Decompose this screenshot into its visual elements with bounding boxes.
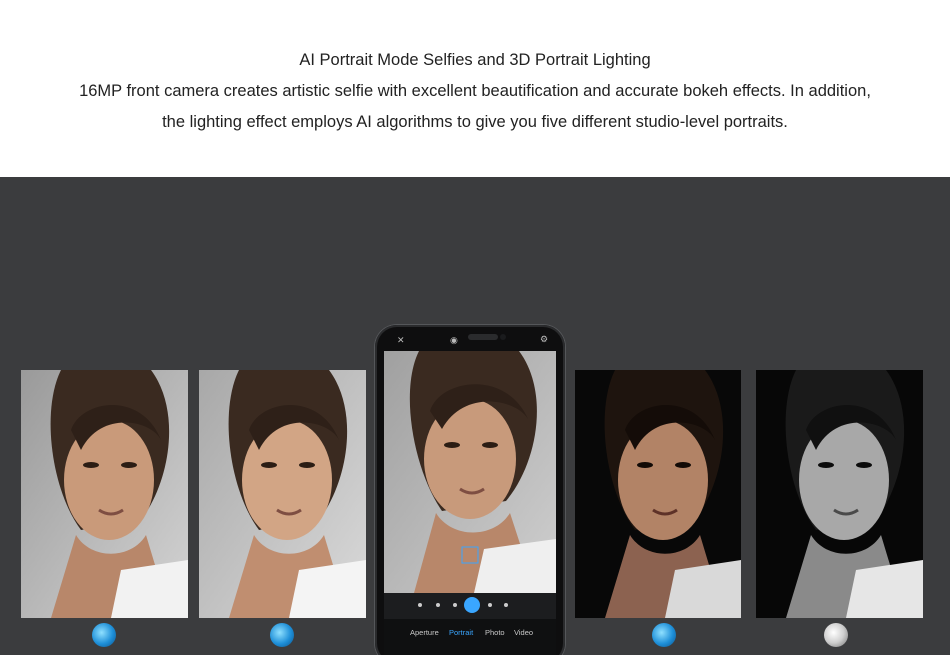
- description-line-2: the lighting effect employs AI algorithm…: [162, 113, 788, 131]
- portrait-photo-stage-light: [575, 370, 741, 618]
- portrait-image: [21, 370, 188, 618]
- beauty-icon[interactable]: ◉: [450, 335, 458, 346]
- mode-video[interactable]: Video: [514, 628, 533, 637]
- portrait-image: [199, 370, 366, 618]
- camera-topbar: ✕ ◉ ⚙: [385, 331, 555, 351]
- portrait-photo-classic-mono: [756, 370, 923, 618]
- portrait-photo-butterfly-light: [199, 370, 366, 618]
- description-line-1: 16MP front camera creates artistic selfi…: [79, 82, 871, 100]
- lighting-selector[interactable]: [384, 593, 556, 619]
- page-title: AI Portrait Mode Selfies and 3D Portrait…: [299, 51, 651, 69]
- camera-preview: [384, 351, 556, 593]
- classic-mono-icon[interactable]: [824, 623, 848, 647]
- portrait-image: [384, 351, 556, 593]
- camera-mode-bar: Aperture Portrait Photo Video: [384, 619, 556, 655]
- butterfly-light-icon[interactable]: [270, 623, 294, 647]
- phone-mockup: ✕ ◉ ⚙ Aperture Portrait Photo Video: [375, 325, 565, 655]
- mode-photo[interactable]: Photo: [485, 628, 505, 637]
- earpiece: [468, 334, 498, 340]
- soft-light-icon[interactable]: [92, 623, 116, 647]
- front-camera: [500, 334, 506, 340]
- portrait-image: [756, 370, 923, 618]
- stage-light-icon[interactable]: [652, 623, 676, 647]
- lighting-active-icon[interactable]: [464, 597, 480, 613]
- portrait-image: [575, 370, 741, 618]
- showcase-stage: ✕ ◉ ⚙ Aperture Portrait Photo Video: [0, 177, 950, 655]
- portrait-photo-soft-light: [21, 370, 188, 618]
- settings-icon[interactable]: ⚙: [540, 334, 548, 345]
- mode-portrait[interactable]: Portrait: [449, 628, 473, 637]
- mode-aperture[interactable]: Aperture: [410, 628, 439, 637]
- flash-off-icon[interactable]: ✕: [397, 335, 405, 346]
- header: AI Portrait Mode Selfies and 3D Portrait…: [0, 0, 950, 177]
